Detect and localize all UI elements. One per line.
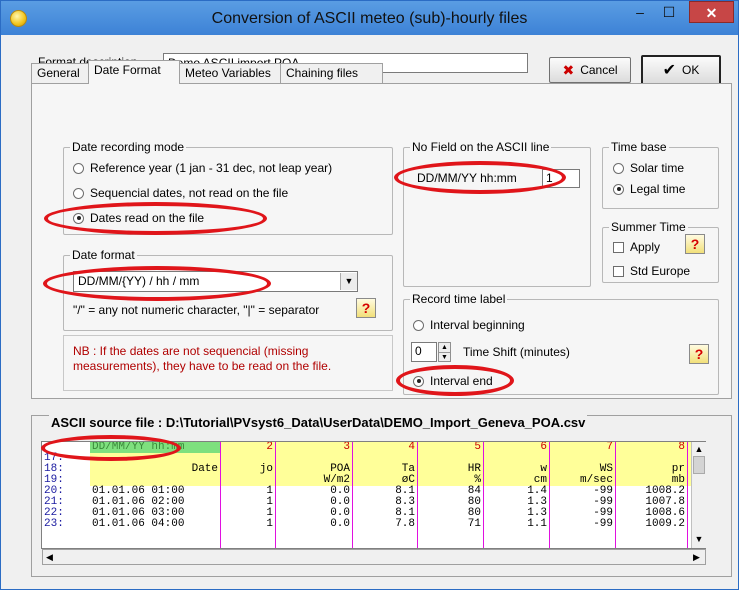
radio-legal-time[interactable]: Legal time	[613, 182, 685, 196]
radio-dates-read-on-file[interactable]: Dates read on the file	[73, 211, 204, 225]
conversion-dialog: Conversion of ASCII meteo (sub)-hourly f…	[0, 0, 739, 590]
title-bar: Conversion of ASCII meteo (sub)-hourly f…	[1, 1, 738, 35]
minimize-button[interactable]: –	[627, 1, 653, 23]
date-format-value: DD/MM/{YY) / hh / mm	[78, 274, 200, 288]
nb-text: NB : If the dates are not sequencial (mi…	[73, 344, 332, 373]
std-europe-checkbox-label: Std Europe	[630, 264, 691, 278]
time-shift-input[interactable]: 0	[411, 342, 437, 362]
radio-interval-end-dot	[413, 375, 424, 387]
no-field-label: No Field on the ASCII line	[410, 140, 552, 154]
ascii-preview-grid: DD/MM/YY hh:mm 2 3 4 5 6 7 8 17: 18: Date j…	[41, 441, 706, 549]
close-button[interactable]: ✕	[689, 1, 734, 23]
table-cell: 7.8	[395, 518, 415, 530]
cancel-label: Cancel	[580, 63, 618, 77]
radio-sequencial-dates[interactable]: Sequencial dates, not read on the file	[73, 186, 288, 200]
grid-vertical-scrollbar[interactable]: ▲ ▼	[691, 442, 706, 548]
date-recording-mode-label: Date recording mode	[70, 140, 187, 154]
scroll-down-icon[interactable]: ▼	[692, 534, 706, 544]
spin-down-icon[interactable]: ▼	[439, 353, 450, 362]
radio-sequencial-dates-label: Sequencial dates, not read on the file	[90, 186, 289, 200]
grid-header-cell: 8	[678, 441, 685, 453]
no-field-group: No Field on the ASCII line	[403, 140, 591, 287]
radio-interval-beginning-dot	[413, 319, 424, 331]
scroll-thumb[interactable]	[693, 456, 705, 474]
table-cell: 1.1	[527, 518, 547, 530]
grid-header-row: DD/MM/YY hh:mm 2 3 4 5 6 7 8	[42, 442, 692, 453]
date-format-hint: "/" = any not numeric character, "|" = s…	[73, 303, 320, 317]
date-format-group: Date format	[63, 248, 393, 331]
time-shift-label: Time Shift (minutes)	[463, 345, 570, 359]
date-format-label: Date format	[70, 248, 137, 262]
std-europe-checkbox-box	[613, 265, 624, 277]
apply-checkbox-box	[613, 241, 624, 253]
table-row: 23: 01.01.06 04:00 1 0.0 7.8 71 1.1 -99 1009.2	[42, 519, 692, 530]
radio-solar-time[interactable]: Solar time	[613, 161, 684, 175]
radio-reference-year-dot	[73, 162, 84, 174]
date-format-help-icon[interactable]: ?	[356, 298, 376, 318]
radio-interval-beginning-label: Interval beginning	[430, 318, 525, 332]
grid-header-cell: 2	[266, 441, 273, 453]
table-cell: 1009.2	[645, 518, 685, 530]
maximize-button[interactable]: ☐	[656, 1, 682, 23]
summer-time-label: Summer Time	[609, 220, 688, 234]
chevron-down-icon[interactable]: ▼	[340, 273, 357, 290]
radio-legal-time-dot	[613, 183, 624, 195]
scroll-right-icon[interactable]: ▶	[693, 552, 700, 563]
spin-up-icon[interactable]: ▲	[439, 343, 450, 353]
table-cell: 01.01.06 04:00	[92, 518, 185, 530]
table-cell: -99	[593, 518, 613, 530]
radio-sequencial-dates-dot	[73, 187, 84, 199]
tab-meteo-variables[interactable]: Meteo Variables	[179, 63, 281, 83]
ascii-source-title: ASCII source file : D:\Tutorial\PVsyst6_…	[49, 415, 588, 430]
table-cell: Date	[191, 463, 218, 475]
grid-horizontal-scrollbar[interactable]: ◀ ▶	[42, 549, 706, 565]
time-base-group: Time base	[602, 140, 719, 209]
ok-check-icon: ✔	[662, 62, 677, 79]
table-cell	[483, 453, 549, 464]
row-number: 23:	[44, 518, 64, 530]
radio-interval-end[interactable]: Interval end	[413, 374, 493, 388]
no-field-input[interactable]: 1	[542, 169, 580, 188]
date-format-select[interactable]: DD/MM/{YY) / hh / mm	[73, 271, 358, 292]
radio-interval-beginning[interactable]: Interval beginning	[413, 318, 525, 332]
apply-checkbox-label: Apply	[630, 240, 661, 254]
time-shift-spinner[interactable]: ▲ ▼	[438, 342, 451, 362]
tab-chaining-files[interactable]: Chaining files	[280, 63, 383, 83]
radio-legal-time-label: Legal time	[630, 182, 686, 196]
scroll-left-icon[interactable]: ◀	[46, 552, 53, 563]
scroll-up-icon[interactable]: ▲	[692, 444, 706, 454]
table-cell: 0.0	[330, 518, 350, 530]
time-base-label: Time base	[609, 140, 669, 154]
cancel-x-icon: ✖	[562, 61, 575, 78]
radio-solar-time-label: Solar time	[630, 161, 685, 175]
grid-header-cell: 5	[474, 441, 481, 453]
grid-header-cell: 3	[343, 441, 350, 453]
grid-header-cell: 7	[606, 441, 613, 453]
grid-header-cell: 6	[540, 441, 547, 453]
radio-reference-year-label: Reference year (1 jan - 31 dec, not leap…	[90, 161, 333, 175]
record-time-label: Record time label	[410, 292, 508, 306]
table-cell: jo	[259, 463, 273, 475]
grid-header-cell: DD/MM/YY hh:mm	[92, 441, 185, 453]
tab-general[interactable]: General	[31, 63, 89, 83]
table-cell: 1	[266, 518, 273, 530]
table-row: 17:	[42, 453, 692, 464]
table-cell: HR	[467, 463, 481, 475]
radio-reference-year[interactable]: Reference year (1 jan - 31 dec, not leap…	[73, 161, 332, 175]
no-field-date-label: DD/MM/YY hh:mm	[417, 171, 517, 185]
ok-button[interactable]: ✔ OK	[641, 55, 721, 85]
tab-date-format[interactable]: Date Format	[88, 60, 180, 84]
cancel-button[interactable]: ✖ Cancel	[549, 57, 631, 83]
ok-label: OK	[682, 63, 700, 77]
record-time-help-icon[interactable]: ?	[689, 344, 709, 364]
radio-solar-time-dot	[613, 162, 624, 174]
radio-dates-read-on-file-label: Dates read on the file	[90, 211, 205, 225]
grid-header-cell: 4	[408, 441, 415, 453]
radio-interval-end-label: Interval end	[430, 374, 493, 388]
summer-time-help-icon[interactable]: ?	[685, 234, 705, 254]
table-cell: 71	[467, 518, 481, 530]
apply-checkbox[interactable]: Apply	[613, 240, 660, 254]
radio-dates-read-on-file-dot	[73, 212, 84, 224]
std-europe-checkbox[interactable]: Std Europe	[613, 264, 690, 278]
